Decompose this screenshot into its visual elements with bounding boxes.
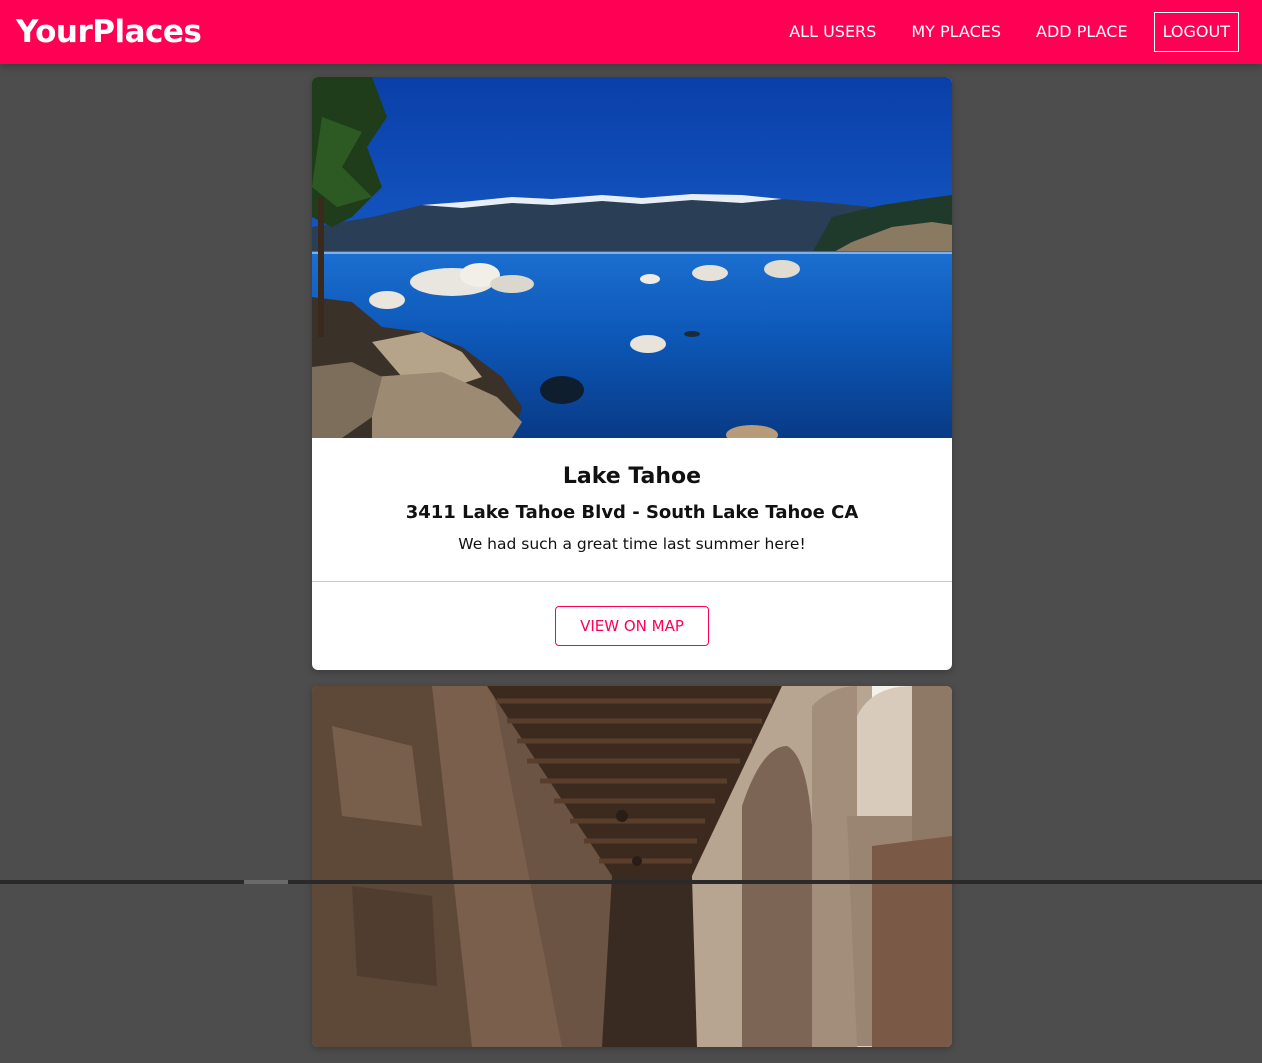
- nav-all-users[interactable]: ALL USERS: [780, 12, 885, 52]
- brand-logo-link[interactable]: YourPlaces: [16, 0, 202, 64]
- nav-my-places[interactable]: MY PLACES: [902, 12, 1010, 52]
- place-image-corridor: [312, 686, 952, 1047]
- place-image-lake-tahoe: [312, 77, 952, 438]
- scrollbar-thumb[interactable]: [244, 880, 288, 884]
- place-card: Lake Tahoe 3411 Lake Tahoe Blvd - South …: [312, 77, 952, 670]
- main-navigation: ALL USERS MY PLACES ADD PLACE LOGOUT: [763, 12, 1239, 52]
- place-actions: VIEW ON MAP: [312, 581, 952, 670]
- place-list: Lake Tahoe 3411 Lake Tahoe Blvd - South …: [312, 77, 952, 1063]
- main-header: YourPlaces ALL USERS MY PLACES ADD PLACE…: [0, 0, 1262, 64]
- place-title: Lake Tahoe: [562, 464, 702, 489]
- horizontal-scrollbar[interactable]: [0, 880, 1262, 884]
- place-info: Lake Tahoe 3411 Lake Tahoe Blvd - South …: [312, 438, 952, 581]
- place-address: 3411 Lake Tahoe Blvd - South Lake Tahoe …: [405, 502, 859, 523]
- logout-button[interactable]: LOGOUT: [1153, 12, 1239, 52]
- nav-add-place[interactable]: ADD PLACE: [1027, 12, 1137, 52]
- place-description: We had such a great time last summer her…: [458, 535, 806, 553]
- place-card: [312, 686, 952, 1047]
- view-on-map-button[interactable]: VIEW ON MAP: [555, 606, 709, 646]
